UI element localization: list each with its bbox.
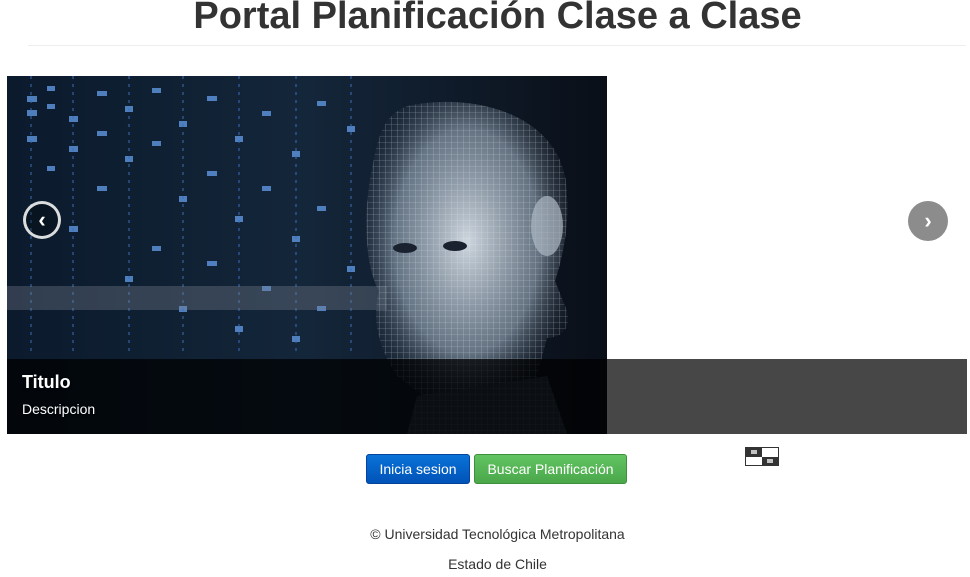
- footer-copyright: © Universidad Tecnológica Metropolitana: [370, 526, 625, 542]
- carousel-prev-button[interactable]: ‹: [23, 201, 61, 239]
- slide-description: Descripcion: [22, 401, 96, 417]
- chevron-left-icon: ‹: [38, 207, 46, 232]
- image-carousel[interactable]: Titulo Descripcion ‹ ›: [7, 76, 967, 434]
- carousel-next-button[interactable]: ›: [908, 201, 948, 241]
- page-title: Portal Planificación Clase a Clase: [193, 0, 802, 37]
- placeholder-image-icon: [745, 447, 779, 466]
- carousel-caption: [7, 359, 967, 434]
- page: Portal Planificación Clase a Clase Titul…: [0, 0, 970, 577]
- title-divider: [28, 45, 966, 46]
- chevron-right-icon: ›: [924, 208, 932, 233]
- login-button[interactable]: Inicia sesion: [366, 454, 470, 484]
- slide-title: Titulo: [22, 372, 71, 392]
- footer-state: Estado de Chile: [448, 556, 547, 572]
- search-planning-button[interactable]: Buscar Planificación: [474, 454, 627, 484]
